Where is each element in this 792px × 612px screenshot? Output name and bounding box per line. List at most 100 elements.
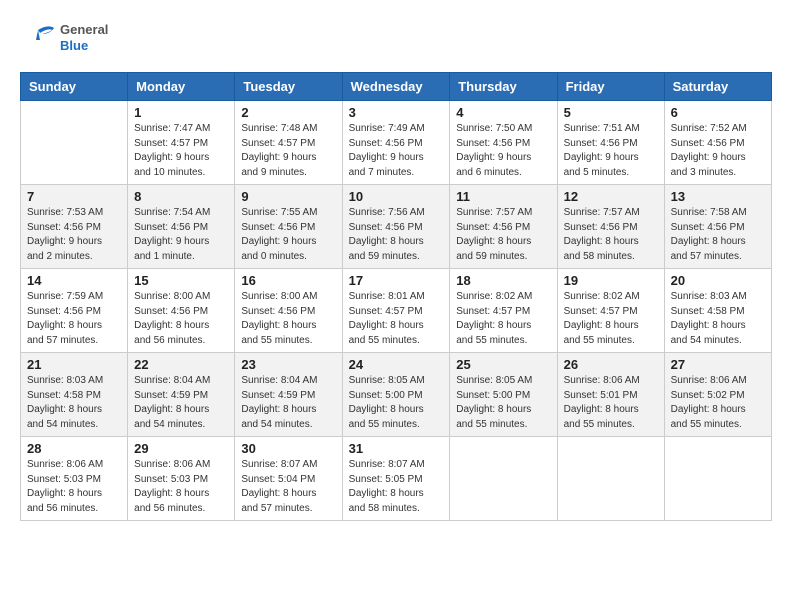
day-header-friday: Friday (557, 73, 664, 101)
logo: General Blue (20, 20, 108, 56)
day-header-monday: Monday (128, 73, 235, 101)
calendar-cell: 22 Sunrise: 8:04 AM Sunset: 4:59 PM Dayli… (128, 353, 235, 437)
day-info: Sunrise: 8:04 AM Sunset: 4:59 PM Dayligh… (241, 374, 335, 432)
calendar-cell: 14 Sunrise: 7:59 AM Sunset: 4:56 PM Dayli… (21, 269, 128, 353)
day-info: Sunrise: 7:48 AM Sunset: 4:57 PM Dayligh… (241, 122, 335, 180)
day-number: 11 (456, 189, 550, 204)
day-number: 8 (134, 189, 228, 204)
calendar-cell: 4Sunrise: 7:50 AM Sunset: 4:56 PM Daylig… (450, 101, 557, 185)
day-info: Sunrise: 8:00 AM Sunset: 4:56 PM Dayligh… (241, 290, 335, 348)
day-info: Sunrise: 8:00 AM Sunset: 4:56 PM Dayligh… (134, 290, 228, 348)
calendar-cell: 20 Sunrise: 8:03 AM Sunset: 4:58 PM Dayli… (664, 269, 771, 353)
day-number: 25 (456, 357, 550, 372)
logo-blue: Blue (60, 38, 108, 54)
calendar-cell: 29 Sunrise: 8:06 AM Sunset: 5:03 PM Dayli… (128, 437, 235, 521)
calendar-cell: 18Sunrise: 8:02 AM Sunset: 4:57 PM Dayli… (450, 269, 557, 353)
day-info: Sunrise: 7:57 AM Sunset: 4:56 PM Dayligh… (456, 206, 550, 264)
day-info: Sunrise: 7:53 AM Sunset: 4:56 PM Dayligh… (27, 206, 121, 264)
calendar-cell: 8 Sunrise: 7:54 AM Sunset: 4:56 PM Daylig… (128, 185, 235, 269)
day-number: 24 (349, 357, 444, 372)
day-number: 13 (671, 189, 765, 204)
calendar-cell: 23 Sunrise: 8:04 AM Sunset: 4:59 PM Dayli… (235, 353, 342, 437)
day-number: 17 (349, 273, 444, 288)
day-info: Sunrise: 7:55 AM Sunset: 4:56 PM Dayligh… (241, 206, 335, 264)
calendar-cell: 9 Sunrise: 7:55 AM Sunset: 4:56 PM Daylig… (235, 185, 342, 269)
day-info: Sunrise: 8:02 AM Sunset: 4:57 PM Dayligh… (564, 290, 658, 348)
calendar-cell: 2 Sunrise: 7:48 AM Sunset: 4:57 PM Daylig… (235, 101, 342, 185)
day-number: 31 (349, 441, 444, 456)
day-number: 2 (241, 105, 335, 120)
day-number: 19 (564, 273, 658, 288)
calendar-cell: 11 Sunrise: 7:57 AM Sunset: 4:56 PM Dayli… (450, 185, 557, 269)
calendar-cell: 19 Sunrise: 8:02 AM Sunset: 4:57 PM Dayli… (557, 269, 664, 353)
logo-bird-icon (20, 20, 56, 56)
calendar-cell: 31 Sunrise: 8:07 AM Sunset: 5:05 PM Dayli… (342, 437, 450, 521)
calendar-cell: 15Sunrise: 8:00 AM Sunset: 4:56 PM Dayli… (128, 269, 235, 353)
day-number: 28 (27, 441, 121, 456)
calendar-cell: 16 Sunrise: 8:00 AM Sunset: 4:56 PM Dayli… (235, 269, 342, 353)
calendar-cell: 26 Sunrise: 8:06 AM Sunset: 5:01 PM Dayli… (557, 353, 664, 437)
calendar-cell: 21Sunrise: 8:03 AM Sunset: 4:58 PM Dayli… (21, 353, 128, 437)
day-number: 23 (241, 357, 335, 372)
calendar-cell: 27Sunrise: 8:06 AM Sunset: 5:02 PM Dayli… (664, 353, 771, 437)
day-info: Sunrise: 7:47 AM Sunset: 4:57 PM Dayligh… (134, 122, 228, 180)
day-number: 27 (671, 357, 765, 372)
day-number: 9 (241, 189, 335, 204)
day-number: 14 (27, 273, 121, 288)
day-info: Sunrise: 8:01 AM Sunset: 4:57 PM Dayligh… (349, 290, 444, 348)
calendar-cell: 28 Sunrise: 8:06 AM Sunset: 5:03 PM Dayli… (21, 437, 128, 521)
day-info: Sunrise: 8:07 AM Sunset: 5:04 PM Dayligh… (241, 458, 335, 516)
calendar-table: SundayMondayTuesdayWednesdayThursdayFrid… (20, 72, 772, 521)
calendar-cell: 30 Sunrise: 8:07 AM Sunset: 5:04 PM Dayli… (235, 437, 342, 521)
calendar-week-2: 7Sunrise: 7:53 AM Sunset: 4:56 PM Daylig… (21, 185, 772, 269)
day-number: 3 (349, 105, 444, 120)
day-number: 16 (241, 273, 335, 288)
day-info: Sunrise: 7:59 AM Sunset: 4:56 PM Dayligh… (27, 290, 121, 348)
day-number: 26 (564, 357, 658, 372)
day-number: 12 (564, 189, 658, 204)
calendar-cell: 7Sunrise: 7:53 AM Sunset: 4:56 PM Daylig… (21, 185, 128, 269)
calendar-week-4: 21Sunrise: 8:03 AM Sunset: 4:58 PM Dayli… (21, 353, 772, 437)
day-number: 6 (671, 105, 765, 120)
calendar-cell: 12 Sunrise: 7:57 AM Sunset: 4:56 PM Dayli… (557, 185, 664, 269)
day-number: 20 (671, 273, 765, 288)
calendar-header-row: SundayMondayTuesdayWednesdayThursdayFrid… (21, 73, 772, 101)
calendar-cell: 13 Sunrise: 7:58 AM Sunset: 4:56 PM Dayli… (664, 185, 771, 269)
day-info: Sunrise: 7:56 AM Sunset: 4:56 PM Dayligh… (349, 206, 444, 264)
day-info: Sunrise: 7:58 AM Sunset: 4:56 PM Dayligh… (671, 206, 765, 264)
day-number: 29 (134, 441, 228, 456)
day-info: Sunrise: 8:05 AM Sunset: 5:00 PM Dayligh… (456, 374, 550, 432)
calendar-cell: 25 Sunrise: 8:05 AM Sunset: 5:00 PM Dayli… (450, 353, 557, 437)
calendar-cell (557, 437, 664, 521)
calendar-cell (450, 437, 557, 521)
calendar-cell: 3Sunrise: 7:49 AM Sunset: 4:56 PM Daylig… (342, 101, 450, 185)
page-header: General Blue (20, 20, 772, 56)
day-number: 10 (349, 189, 444, 204)
calendar-cell: 1Sunrise: 7:47 AM Sunset: 4:57 PM Daylig… (128, 101, 235, 185)
day-number: 18 (456, 273, 550, 288)
day-info: Sunrise: 8:06 AM Sunset: 5:03 PM Dayligh… (134, 458, 228, 516)
day-header-tuesday: Tuesday (235, 73, 342, 101)
calendar-cell: 10 Sunrise: 7:56 AM Sunset: 4:56 PM Dayli… (342, 185, 450, 269)
day-number: 22 (134, 357, 228, 372)
day-info: Sunrise: 8:04 AM Sunset: 4:59 PM Dayligh… (134, 374, 228, 432)
calendar-week-3: 14 Sunrise: 7:59 AM Sunset: 4:56 PM Dayli… (21, 269, 772, 353)
calendar-cell: 24Sunrise: 8:05 AM Sunset: 5:00 PM Dayli… (342, 353, 450, 437)
day-number: 4 (456, 105, 550, 120)
day-info: Sunrise: 7:57 AM Sunset: 4:56 PM Dayligh… (564, 206, 658, 264)
day-info: Sunrise: 8:03 AM Sunset: 4:58 PM Dayligh… (671, 290, 765, 348)
calendar-cell (664, 437, 771, 521)
day-info: Sunrise: 8:06 AM Sunset: 5:03 PM Dayligh… (27, 458, 121, 516)
day-number: 5 (564, 105, 658, 120)
day-info: Sunrise: 7:54 AM Sunset: 4:56 PM Dayligh… (134, 206, 228, 264)
day-info: Sunrise: 8:07 AM Sunset: 5:05 PM Dayligh… (349, 458, 444, 516)
day-number: 30 (241, 441, 335, 456)
day-info: Sunrise: 8:06 AM Sunset: 5:01 PM Dayligh… (564, 374, 658, 432)
day-header-saturday: Saturday (664, 73, 771, 101)
calendar-week-1: 1Sunrise: 7:47 AM Sunset: 4:57 PM Daylig… (21, 101, 772, 185)
calendar-week-5: 28 Sunrise: 8:06 AM Sunset: 5:03 PM Dayli… (21, 437, 772, 521)
calendar-cell: 6Sunrise: 7:52 AM Sunset: 4:56 PM Daylig… (664, 101, 771, 185)
calendar-cell: 17 Sunrise: 8:01 AM Sunset: 4:57 PM Dayli… (342, 269, 450, 353)
day-header-wednesday: Wednesday (342, 73, 450, 101)
day-header-thursday: Thursday (450, 73, 557, 101)
